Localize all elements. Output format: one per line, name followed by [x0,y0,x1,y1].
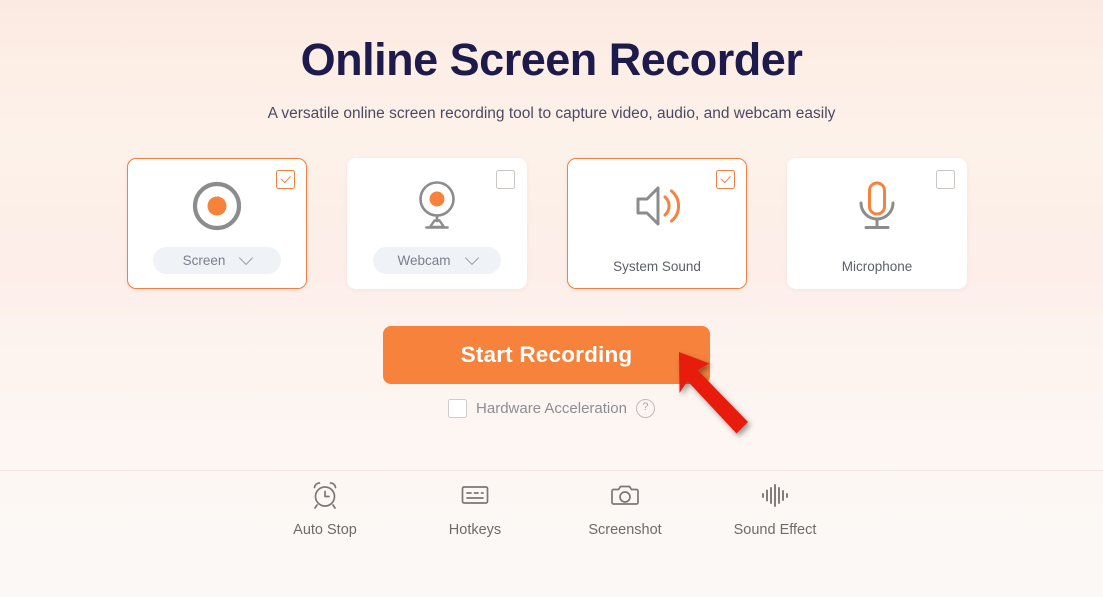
speaker-icon [568,175,746,237]
dropdown-webcam[interactable]: Webcam [373,247,501,274]
chevron-down-icon [464,250,479,265]
tool-auto-stop[interactable]: Auto Stop [250,480,400,538]
hardware-acceleration-row[interactable]: Hardware Acceleration ? [0,399,1103,418]
option-card-system-sound[interactable]: System Sound [567,158,747,289]
start-recording-button[interactable]: Start Recording [383,326,710,384]
tool-screenshot[interactable]: Screenshot [550,480,700,538]
page-title: Online Screen Recorder [300,34,803,85]
screen-recorder-page: Online Screen Recorder A versatile onlin… [0,0,1103,597]
hardware-acceleration-label: Hardware Acceleration [476,400,627,417]
tool-hotkeys[interactable]: Hotkeys [400,480,550,538]
tool-label-auto-stop: Auto Stop [293,522,357,538]
dropdown-screen[interactable]: Screen [153,247,281,274]
waveform-icon [760,480,790,510]
webcam-icon [348,175,526,237]
option-card-webcam[interactable]: Webcam [347,158,527,289]
tool-label-screenshot: Screenshot [588,522,662,538]
tool-bar: Auto Stop Hotkeys Screenshot Sound Effec… [250,480,850,560]
chevron-down-icon [239,250,254,265]
option-label-system-sound: System Sound [613,259,701,274]
help-icon[interactable]: ? [635,399,655,418]
checkbox-hardware-acceleration[interactable] [448,399,468,418]
page-subtitle: A versatile online screen recording tool… [267,105,836,122]
camera-icon [610,480,640,510]
tool-label-hotkeys: Hotkeys [448,522,502,538]
divider [0,470,1103,471]
option-card-microphone[interactable]: Microphone [787,158,967,289]
dropdown-screen-label: Screen [182,253,226,268]
dropdown-webcam-label: Webcam [397,253,451,268]
microphone-icon [788,175,966,237]
keyboard-icon [460,480,490,510]
recording-options: Screen Webcam System Sound Microphone [127,158,977,291]
option-card-screen[interactable]: Screen [127,158,307,289]
tool-sound-effect[interactable]: Sound Effect [700,480,850,538]
alarm-clock-icon [310,480,340,510]
tool-label-sound-effect: Sound Effect [733,522,817,538]
option-label-microphone: Microphone [841,259,913,274]
record-circle-icon [128,175,306,237]
